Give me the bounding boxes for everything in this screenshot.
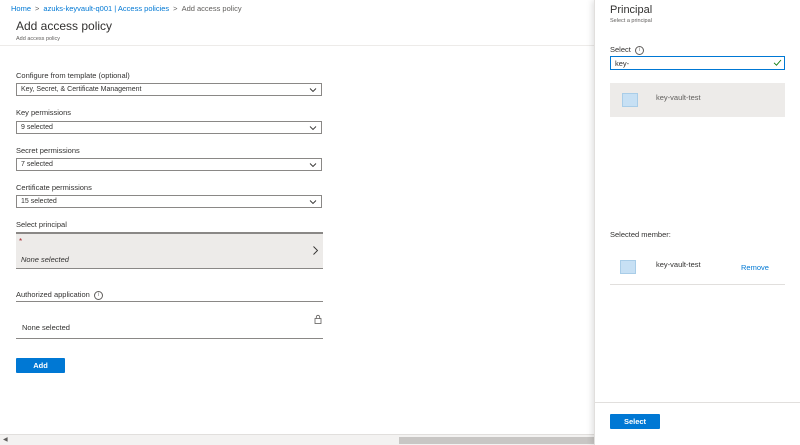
chevron-down-icon (309, 126, 317, 131)
authorized-application-label: Authorized application i (16, 290, 103, 300)
chevron-down-icon (309, 200, 317, 205)
add-button[interactable]: Add (16, 358, 65, 373)
remove-member-link[interactable]: Remove (741, 263, 769, 272)
chevron-right-icon: > (173, 4, 178, 13)
select-principal-row[interactable]: * None selected (16, 232, 323, 269)
select-button[interactable]: Select (610, 414, 660, 429)
template-value: Key, Secret, & Certificate Management (21, 86, 142, 93)
panel-footer-divider (595, 402, 800, 403)
breadcrumb: Home > azuks-keyvault-q001 | Access polici… (11, 4, 242, 13)
result-name: key-vault-test (656, 93, 701, 102)
auth-bottom-divider (16, 338, 323, 339)
chevron-right-icon (313, 246, 319, 255)
secret-permissions-dropdown[interactable]: 7 selected (16, 158, 322, 171)
chevron-right-icon: > (35, 4, 40, 13)
checkmark-icon (773, 59, 782, 66)
search-result-item[interactable]: key-vault-test (610, 83, 785, 117)
principal-panel: Principal Select a principal Select i key… (594, 0, 800, 445)
panel-title: Principal (610, 4, 653, 16)
chevron-down-icon (309, 163, 317, 168)
chevron-down-icon (309, 88, 317, 93)
scroll-left-icon[interactable]: ◀ (3, 436, 8, 443)
breadcrumb-vault[interactable]: azuks-keyvault-q001 | Access policies (43, 4, 169, 13)
principal-search-input[interactable] (610, 56, 785, 70)
member-name: key-vault-test (656, 260, 701, 269)
template-label: Configure from template (optional) (16, 71, 130, 80)
select-label-text: Select (610, 45, 631, 54)
secret-permissions-label: Secret permissions (16, 146, 80, 155)
key-permissions-label: Key permissions (16, 108, 72, 117)
key-permissions-dropdown[interactable]: 9 selected (16, 121, 322, 134)
required-marker: * (19, 237, 23, 246)
key-permissions-value: 9 selected (21, 124, 53, 131)
authorized-application-value: None selected (22, 323, 70, 332)
secret-permissions-value: 7 selected (21, 161, 53, 168)
authorized-application-text: Authorized application (16, 290, 90, 299)
app-avatar-icon (620, 260, 636, 274)
lock-icon (314, 314, 322, 324)
select-principal-label: Select principal (16, 220, 67, 229)
app-avatar-icon (622, 93, 638, 107)
template-dropdown[interactable]: Key, Secret, & Certificate Management (16, 83, 322, 96)
selected-member-label: Selected member: (610, 230, 671, 239)
certificate-permissions-value: 15 selected (21, 198, 57, 205)
certificate-permissions-dropdown[interactable]: 15 selected (16, 195, 322, 208)
horizontal-scrollbar[interactable]: ◀ (0, 434, 594, 445)
panel-subtitle: Select a principal (610, 18, 652, 24)
breadcrumb-home[interactable]: Home (11, 4, 31, 13)
scrollbar-thumb[interactable] (399, 437, 594, 444)
selected-member-row: key-vault-test Remove (610, 250, 785, 285)
info-icon[interactable]: i (634, 45, 644, 55)
header-divider (0, 45, 594, 46)
breadcrumb-current: Add access policy (181, 4, 242, 13)
page-subtitle: Add access policy (16, 36, 61, 42)
page-title: Add access policy (16, 19, 113, 33)
auth-divider (16, 301, 323, 302)
main-blade: Home > azuks-keyvault-q001 | Access polici… (0, 0, 594, 445)
certificate-permissions-label: Certificate permissions (16, 183, 92, 192)
info-icon[interactable]: i (93, 290, 103, 300)
select-label: Select i (610, 45, 644, 55)
principal-value: None selected (21, 255, 69, 264)
